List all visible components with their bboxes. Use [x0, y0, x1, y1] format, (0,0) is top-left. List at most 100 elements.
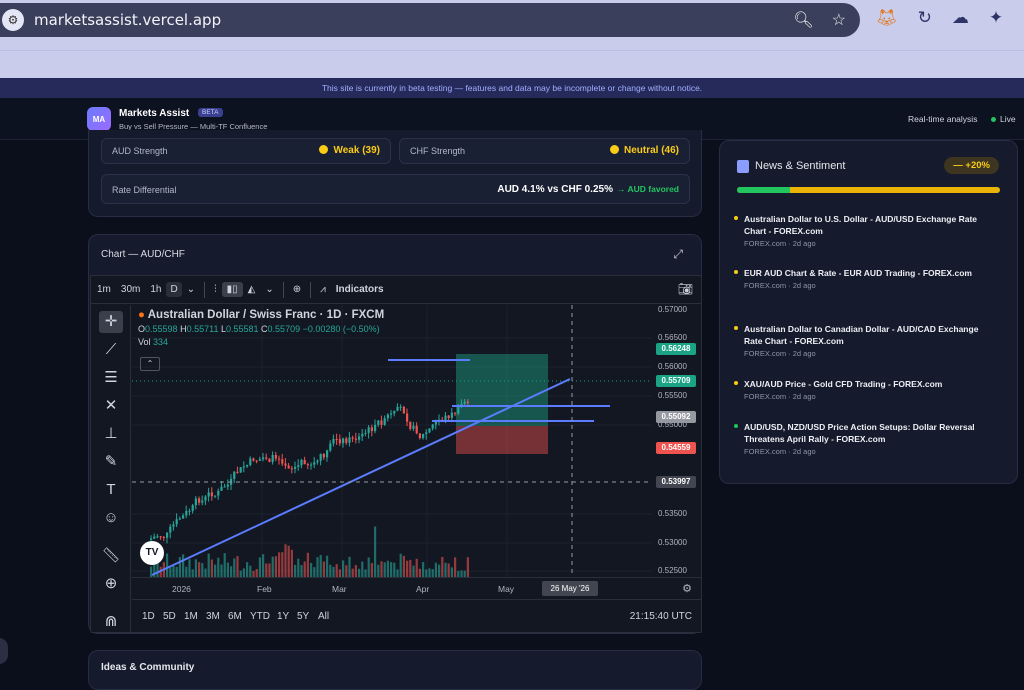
- news-item[interactable]: AUD/USD, NZD/USD Price Action Setups: Do…: [734, 421, 994, 456]
- range-6m[interactable]: 6M: [228, 611, 242, 622]
- volume-bar: [242, 568, 245, 577]
- indicators-button[interactable]: Indicators: [331, 284, 389, 295]
- range-ytd[interactable]: YTD: [250, 611, 270, 622]
- sentiment-badge: — +20%: [944, 157, 999, 174]
- range-5y[interactable]: 5Y: [297, 611, 309, 622]
- magnet-icon[interactable]: ⋒: [99, 611, 123, 633]
- news-headline[interactable]: EUR AUD Chart & Rate - EUR AUD Trading -…: [744, 267, 994, 279]
- ghost-icon[interactable]: ☁: [952, 8, 969, 28]
- time-axis[interactable]: 2026 Feb Mar Apr May 26 May '26 ⚙: [132, 577, 702, 599]
- side-panel-handle[interactable]: [0, 638, 8, 664]
- volume-bar: [271, 556, 274, 577]
- tradingview-logo[interactable]: TV: [140, 541, 164, 565]
- volume-bar: [294, 564, 297, 577]
- metamask-icon[interactable]: 🦊︎: [876, 8, 898, 28]
- news-title: News & Sentiment: [755, 160, 846, 172]
- pattern-icon[interactable]: ✕: [99, 395, 123, 417]
- candle-body: [386, 414, 389, 419]
- price-axis[interactable]: 0.57000 0.56500 0.56000 0.55500 0.55000 …: [652, 305, 701, 577]
- volume-bar: [412, 565, 415, 577]
- news-headline[interactable]: XAU/AUD Price - Gold CFD Trading - FOREX…: [744, 378, 994, 390]
- news-item[interactable]: Australian Dollar to U.S. Dollar - AUD/U…: [734, 213, 994, 248]
- ruler-icon[interactable]: 📏︎: [99, 545, 123, 567]
- candle-body: [374, 424, 377, 432]
- volume-bar: [223, 553, 226, 577]
- extensions-icon[interactable]: ✦: [989, 8, 1003, 28]
- candle-body: [415, 425, 418, 434]
- candle-body: [348, 437, 351, 443]
- range-1d[interactable]: 1D: [142, 611, 155, 622]
- zoom-icon[interactable]: ⊕: [99, 573, 123, 595]
- candles-icon[interactable]: ▮▯: [221, 282, 243, 297]
- range-3m[interactable]: 3M: [206, 611, 220, 622]
- volume-bar: [207, 553, 210, 577]
- text-icon[interactable]: T: [99, 479, 123, 501]
- aud-strength-box: AUD Strength Weak (39): [101, 138, 391, 164]
- candle-body: [255, 460, 258, 462]
- candle-body: [162, 536, 165, 538]
- range-5d[interactable]: 5D: [163, 611, 176, 622]
- news-headline[interactable]: AUD/USD, NZD/USD Price Action Setups: Do…: [744, 421, 994, 445]
- add-compare-icon[interactable]: ⊕: [288, 284, 306, 295]
- candle-body: [175, 519, 178, 525]
- candle-body: [447, 415, 450, 419]
- news-item[interactable]: EUR AUD Chart & Rate - EUR AUD Trading -…: [734, 267, 994, 290]
- volume-bar: [447, 563, 450, 577]
- interval-1m[interactable]: 1m: [91, 284, 116, 295]
- candle-body: [367, 427, 370, 433]
- news-item[interactable]: XAU/AUD Price - Gold CFD Trading - FOREX…: [734, 378, 994, 401]
- time-axis-label: Mar: [332, 584, 347, 594]
- toolbar-divider: [204, 281, 206, 298]
- price-chart-area[interactable]: ● Australian Dollar / Swiss Franc · 1D ·…: [132, 305, 652, 577]
- candle-body: [377, 420, 380, 425]
- volume-bar: [431, 569, 434, 577]
- history-icon[interactable]: ↻: [918, 8, 932, 28]
- interval-d[interactable]: D: [166, 282, 182, 297]
- app-logo[interactable]: MA: [87, 107, 111, 131]
- candle-body: [422, 433, 425, 439]
- volume-bar: [310, 562, 313, 577]
- range-1y[interactable]: 1Y: [277, 611, 289, 622]
- crosshair-icon[interactable]: ✛: [99, 311, 123, 333]
- drawing-tools-sidebar: ✛ ⟋ ☰ ✕ ⊥ ✎ T ☺ 📏︎ ⊕ ⋒: [91, 305, 131, 633]
- expand-icon[interactable]: ⤢: [673, 247, 683, 262]
- fib-icon[interactable]: ☰: [99, 367, 123, 389]
- bar-chart-icon[interactable]: ⫶: [209, 284, 222, 295]
- star-icon[interactable]: ☆: [832, 10, 846, 30]
- tradingview-widget[interactable]: 1m 30m 1h D ⌄ ⫶ ▮▯ ◭ ⌄ ⊕ ⩘ Indicators 📷︎…: [90, 275, 702, 633]
- range-1m[interactable]: 1M: [184, 611, 198, 622]
- chart-card: Chart — AUD/CHF ⤢ 1m 30m 1h D ⌄ ⫶ ▮▯ ◭ ⌄…: [88, 234, 702, 634]
- url-text[interactable]: marketsassist.vercel.app: [34, 11, 221, 29]
- candle-body: [454, 412, 457, 414]
- chevron-down-icon[interactable]: ⌄: [260, 284, 278, 295]
- site-info-icon[interactable]: ⚙: [2, 9, 24, 31]
- news-meta: FOREX.com · 2d ago: [744, 239, 816, 248]
- interval-30m[interactable]: 30m: [116, 284, 145, 295]
- emoji-icon[interactable]: ☺: [99, 507, 123, 529]
- range-all[interactable]: All: [318, 611, 329, 622]
- camera-icon[interactable]: 📷︎: [678, 282, 693, 296]
- news-item[interactable]: Australian Dollar to Canadian Dollar - A…: [734, 323, 994, 358]
- news-headline[interactable]: Australian Dollar to U.S. Dollar - AUD/U…: [744, 213, 994, 237]
- area-chart-icon[interactable]: ◭: [243, 284, 261, 295]
- collapse-legend-button[interactable]: ⌃: [140, 357, 160, 371]
- position-icon[interactable]: ⊥: [99, 423, 123, 445]
- volume-bar: [297, 558, 300, 577]
- chevron-down-icon[interactable]: ⌄: [182, 284, 200, 295]
- candle-body: [428, 428, 431, 433]
- yellow-dot-icon: [609, 145, 619, 154]
- price-axis-label: 0.57000: [658, 305, 687, 314]
- brush-icon[interactable]: ✎: [99, 451, 123, 473]
- address-bar[interactable]: ⚙ marketsassist.vercel.app 🔍︎ ☆: [0, 3, 860, 37]
- volume-bar: [204, 568, 207, 577]
- settings-icon[interactable]: ⚙: [682, 582, 692, 595]
- search-icon[interactable]: 🔍︎: [793, 10, 813, 30]
- price-tag-last: 0.55709: [656, 375, 696, 387]
- volume-bar: [306, 552, 309, 577]
- volume-bar: [329, 564, 332, 577]
- beta-badge: BETA: [198, 108, 223, 117]
- news-headline[interactable]: Australian Dollar to Canadian Dollar - A…: [744, 323, 994, 347]
- interval-1h[interactable]: 1h: [145, 284, 166, 295]
- indicators-icon[interactable]: ⩘: [315, 284, 331, 295]
- trendline-icon[interactable]: ⟋: [99, 339, 123, 361]
